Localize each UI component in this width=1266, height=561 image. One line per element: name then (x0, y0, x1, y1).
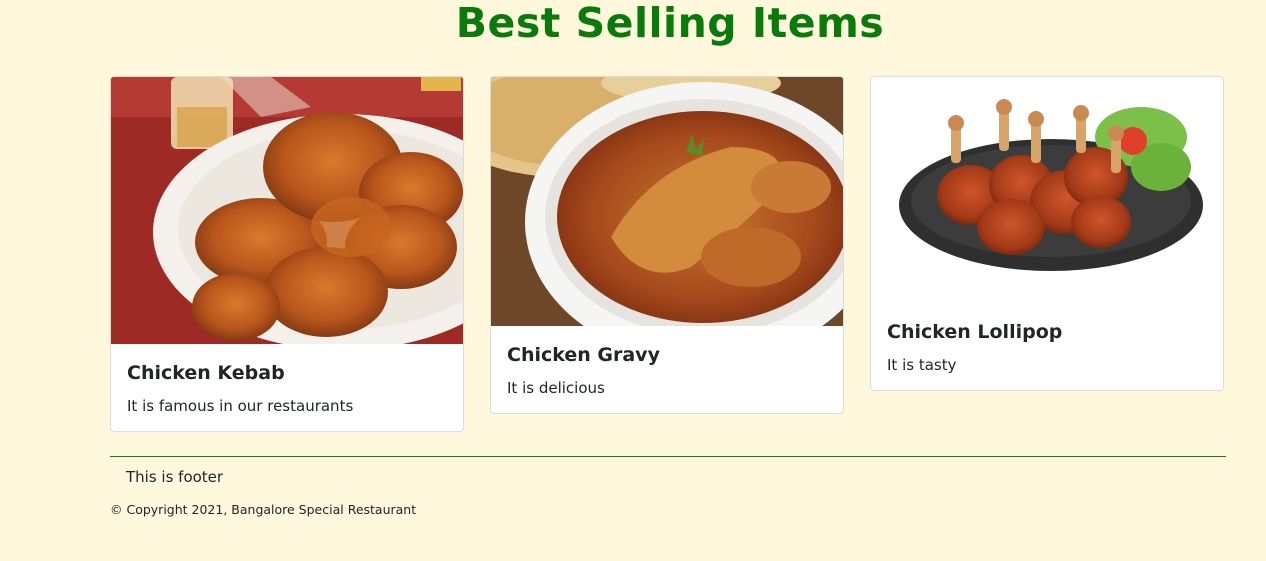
item-card-chicken-gravy: Chicken Gravy It is delicious (490, 76, 844, 414)
chicken-lollipop-image (871, 77, 1223, 303)
chicken-curry-image (491, 77, 843, 326)
card-title: Chicken Kebab (127, 362, 285, 384)
item-card-chicken-lollipop: Chicken Lollipop It is tasty (870, 76, 1224, 391)
item-card-chicken-kebab: Chicken Kebab It is famous in our restau… (110, 76, 464, 432)
card-text: It is tasty (887, 356, 957, 374)
copyright-text: © Copyright 2021, Bangalore Special Rest… (110, 502, 417, 517)
card-title: Chicken Gravy (507, 344, 660, 366)
fried-chicken-image (111, 77, 463, 344)
footer-text: This is footer (126, 468, 224, 486)
card-text: It is famous in our restaurants (127, 397, 354, 415)
card-title: Chicken Lollipop (887, 321, 1063, 343)
page-title: Best Selling Items (455, 0, 885, 47)
footer-divider (110, 456, 1226, 457)
card-text: It is delicious (507, 379, 605, 397)
